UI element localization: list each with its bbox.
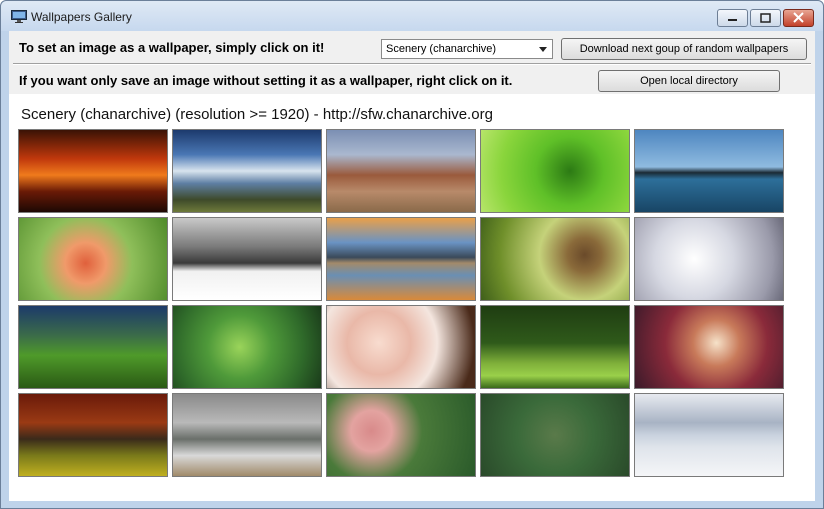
wallpaper-thumbnail-green-leaf[interactable] — [480, 129, 630, 213]
wallpaper-thumbnail-pine-cones[interactable] — [480, 217, 630, 301]
wallpaper-thumbnail-zinnia-flower[interactable] — [326, 393, 476, 477]
wallpaper-thumbnail-tulips[interactable] — [18, 217, 168, 301]
title-bar: Wallpapers Gallery — [1, 1, 823, 31]
maximize-button[interactable] — [750, 9, 781, 27]
wallpaper-thumbnail-frost-flowers[interactable] — [634, 217, 784, 301]
maximize-icon — [760, 13, 771, 23]
wallpaper-thumbnail-succulent[interactable] — [172, 305, 322, 389]
gallery-heading: Scenery (chanarchive) (resolution >= 192… — [21, 106, 493, 123]
wallpaper-thumbnail-windmill-sunset[interactable] — [18, 129, 168, 213]
wallpaper-thumbnail-salt-flat-reflection[interactable] — [634, 393, 784, 477]
client-area: To set an image as a wallpaper, simply c… — [9, 31, 815, 501]
window-title: Wallpapers Gallery — [31, 10, 132, 24]
close-icon — [793, 12, 804, 23]
wallpaper-thumbnail-grass-dew[interactable] — [18, 305, 168, 389]
wallpaper-thumbnail-blurred-green[interactable] — [480, 393, 630, 477]
chevron-down-icon — [539, 47, 547, 52]
monitor-icon — [11, 10, 27, 23]
click-instruction-label: To set an image as a wallpaper, simply c… — [19, 40, 325, 55]
right-click-instruction-label: If you want only save an image without s… — [19, 73, 513, 88]
wallpaper-thumbnail-sprout[interactable] — [480, 305, 630, 389]
wallpaper-thumbnail-canyon-valley[interactable] — [326, 129, 476, 213]
wallpaper-thumbnail-lake-horizon[interactable] — [634, 129, 784, 213]
download-random-wallpapers-button[interactable]: Download next goup of random wallpapers — [561, 38, 807, 60]
minimize-button[interactable] — [717, 9, 748, 27]
wallpaper-thumbnail-autumn-bench[interactable] — [18, 393, 168, 477]
app-window: Wallpapers Gallery To set an image as a … — [0, 0, 824, 509]
wallpaper-thumbnail-seaside-pier[interactable] — [172, 393, 322, 477]
category-select[interactable]: Scenery (chanarchive) — [381, 39, 553, 59]
wallpaper-thumbnail-snowy-landscape[interactable] — [172, 217, 322, 301]
category-select-value: Scenery (chanarchive) — [386, 43, 497, 55]
wallpaper-thumbnail-cloudy-sky-field[interactable] — [172, 129, 322, 213]
close-button[interactable] — [783, 9, 814, 27]
minimize-icon — [728, 19, 737, 21]
wallpaper-thumbnail-mountain-lake-reflection[interactable] — [326, 217, 476, 301]
wallpaper-thumbnail-cherry-blossom[interactable] — [326, 305, 476, 389]
open-local-directory-button[interactable]: Open local directory — [598, 70, 780, 92]
wallpaper-thumbnail-orchid[interactable] — [634, 305, 784, 389]
wallpaper-gallery: Scenery (chanarchive) (resolution >= 192… — [9, 94, 815, 501]
toolbar-divider — [13, 63, 811, 65]
